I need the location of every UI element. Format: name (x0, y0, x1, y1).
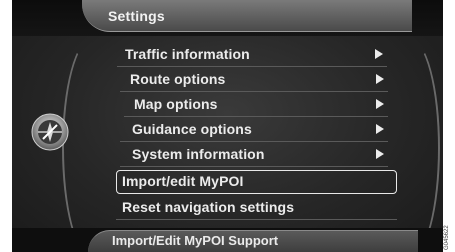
menu-item-map-options[interactable]: Map options (124, 93, 388, 117)
menu-item-system-information[interactable]: System information (120, 143, 388, 167)
chevron-right-icon (376, 124, 384, 134)
divider (124, 116, 388, 117)
menu-item-label: Route options (130, 71, 226, 87)
navigation-screen: Settings Traffic information Route optio… (12, 0, 443, 252)
chevron-right-icon (376, 99, 384, 109)
chevron-right-icon (375, 49, 383, 59)
menu-item-label: Import/edit MyPOI (122, 173, 244, 189)
menu-item-guidance-options[interactable]: Guidance options (120, 118, 388, 142)
page-title: Settings (108, 8, 165, 24)
menu-item-import-edit-mypoi[interactable]: Import/edit MyPOI (116, 170, 397, 194)
help-bar: Import/Edit MyPOI Support (12, 228, 443, 252)
navigation-dial-icon (31, 113, 69, 151)
menu-item-label: Traffic information (125, 46, 250, 62)
menu-item-route-options[interactable]: Route options (120, 68, 388, 92)
divider (120, 166, 388, 167)
divider (120, 141, 388, 142)
menu-item-reset-navigation-settings[interactable]: Reset navigation settings (116, 196, 397, 220)
divider (116, 219, 397, 220)
title-bar: Settings (12, 0, 443, 36)
menu-item-label: Reset navigation settings (122, 199, 295, 215)
divider (117, 66, 387, 67)
divider (120, 91, 388, 92)
chevron-right-icon (376, 74, 384, 84)
reference-code: G045622 (444, 225, 450, 250)
menu-item-traffic-information[interactable]: Traffic information (117, 43, 387, 67)
help-text: Import/Edit MyPOI Support (112, 233, 279, 248)
menu-item-label: System information (132, 146, 265, 162)
chevron-right-icon (376, 149, 384, 159)
left-arc-decoration (62, 38, 122, 252)
menu-item-label: Map options (134, 96, 218, 112)
menu-item-label: Guidance options (132, 121, 252, 137)
